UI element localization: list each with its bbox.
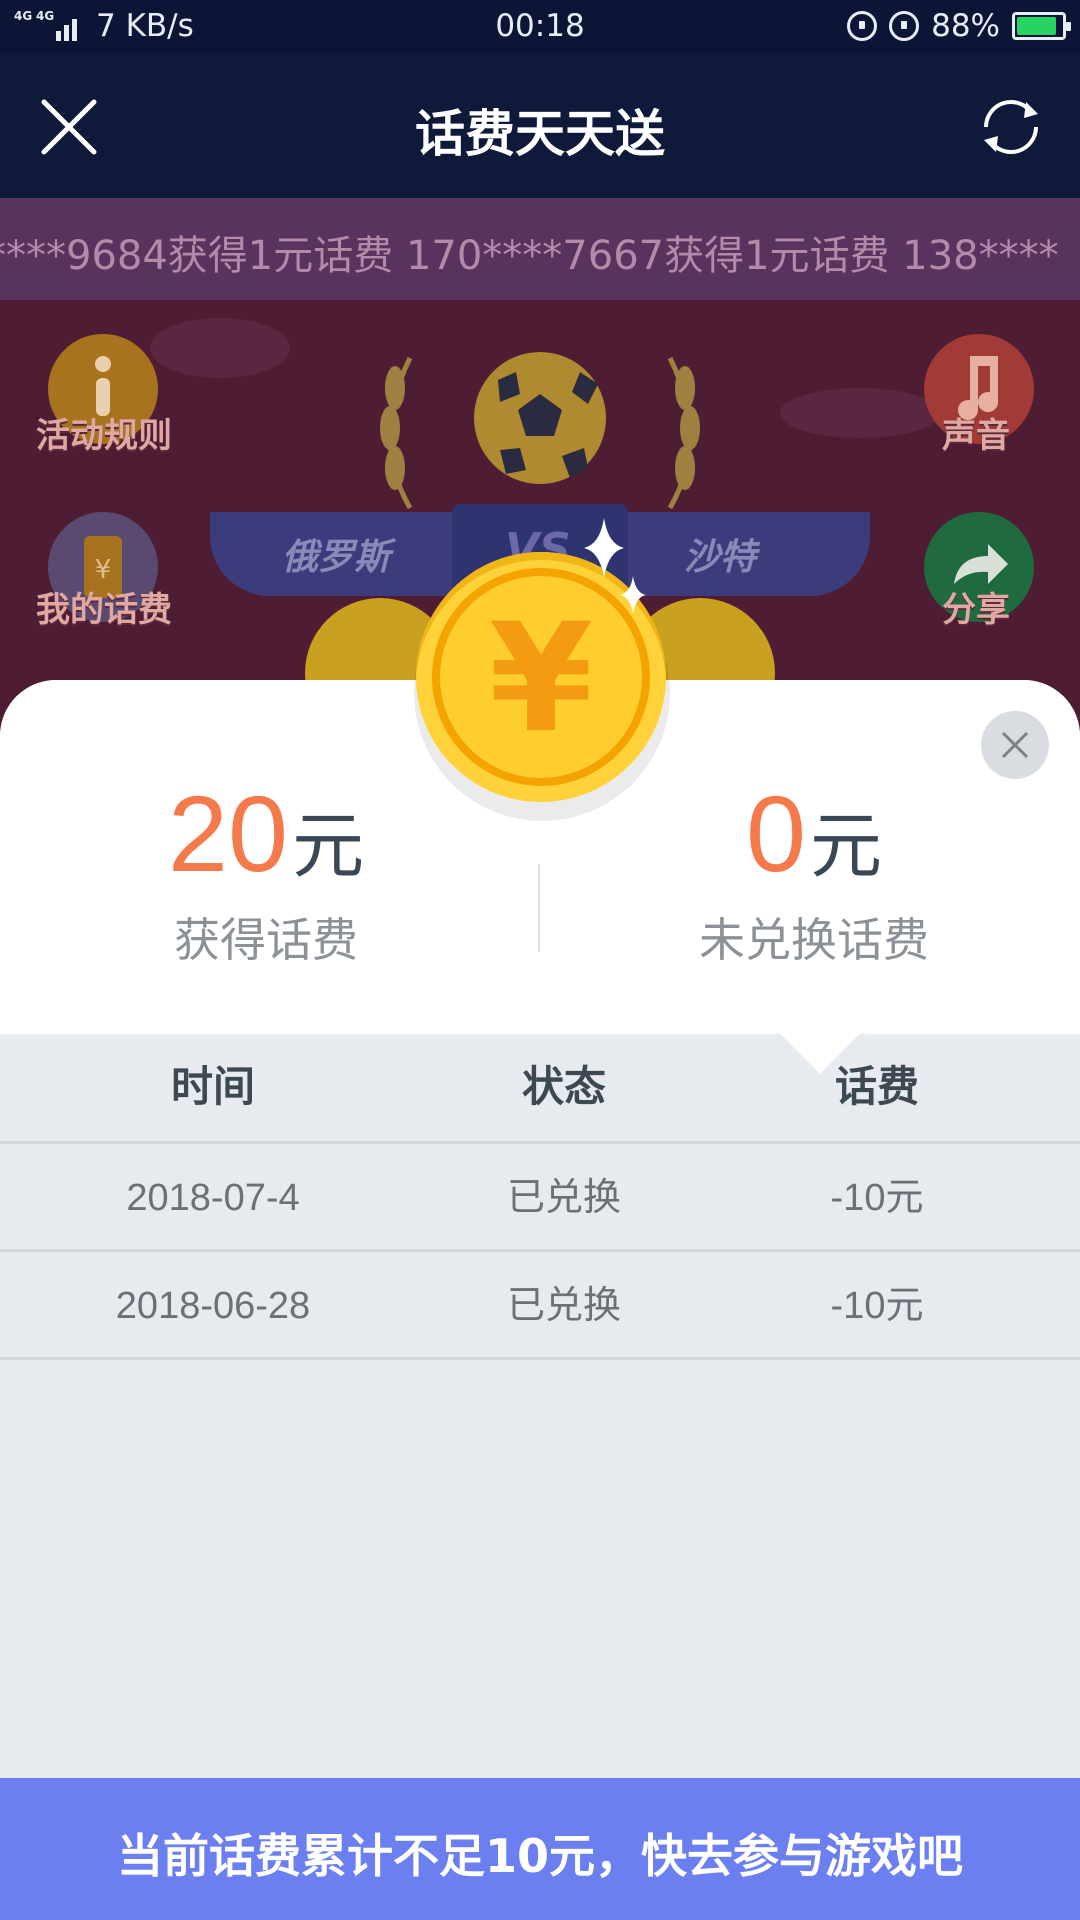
- sound-label: 声音: [942, 416, 1010, 456]
- earned-amount: 20: [167, 773, 289, 894]
- table-row: 2018-06-28 已兑换 -10元: [0, 1252, 1080, 1360]
- winner-marquee: ****9684获得1元话费 170****7667获得1元话费 138****: [0, 198, 1080, 300]
- fee-popup: 20元 获得话费 0元 未兑换话费 时间 状态 话费 2018-07-4 已兑换…: [0, 680, 1080, 1920]
- svg-text:¥: ¥: [95, 555, 112, 585]
- table-row: 2018-07-4 已兑换 -10元: [0, 1144, 1080, 1252]
- banner-text: 当前话费累计不足10元，快去参与游戏吧: [116, 1829, 963, 1883]
- alarm-icon: [889, 11, 920, 41]
- sparkle-icon: [620, 576, 646, 614]
- refresh-icon[interactable]: [976, 92, 1046, 162]
- battery-percent: 88%: [931, 8, 1000, 44]
- unredeemed-stat: 0元 未兑换话费: [594, 780, 1034, 970]
- team-right: 沙特: [684, 537, 757, 578]
- rules-label: 活动规则: [36, 416, 172, 456]
- sparkle-icon: [584, 518, 624, 578]
- page-title: 话费天天送: [415, 105, 665, 163]
- my-fee-label: 我的话费: [36, 590, 172, 630]
- row-fee: -10元: [830, 1285, 924, 1327]
- share-label: 分享: [942, 590, 1010, 630]
- header-time: 时间: [170, 1062, 255, 1111]
- status-bar: 4G 4G 7 KB/s 00:18 88%: [0, 0, 1080, 54]
- earned-unit: 元: [292, 804, 365, 888]
- title-bar: 话费天天送: [0, 54, 1080, 198]
- row-date: 2018-06-28: [115, 1285, 311, 1327]
- header-status: 状态: [521, 1062, 606, 1111]
- close-circle-icon: [1001, 731, 1029, 759]
- divider: [538, 864, 540, 952]
- row-status: 已兑换: [506, 1285, 621, 1327]
- team-left: 俄罗斯: [282, 537, 391, 578]
- table-header: 时间 状态 话费: [0, 1034, 1080, 1144]
- unredeemed-amount: 0: [745, 773, 807, 894]
- unredeemed-label: 未兑换话费: [699, 913, 929, 967]
- row-status: 已兑换: [506, 1177, 621, 1219]
- play-game-banner[interactable]: 当前话费累计不足10元，快去参与游戏吧: [0, 1778, 1080, 1920]
- earned-stat: 20元 获得话费: [46, 780, 486, 970]
- unredeemed-unit: 元: [810, 804, 883, 888]
- battery-icon: [1012, 12, 1071, 40]
- rotation-lock-icon: [847, 11, 878, 41]
- row-date: 2018-07-4: [126, 1177, 300, 1219]
- row-fee: -10元: [830, 1177, 924, 1219]
- header-fee: 话费: [834, 1062, 919, 1111]
- laurel-trophy-icon: [380, 352, 700, 510]
- earned-label: 获得话费: [174, 913, 358, 967]
- popup-close-button[interactable]: [981, 711, 1049, 779]
